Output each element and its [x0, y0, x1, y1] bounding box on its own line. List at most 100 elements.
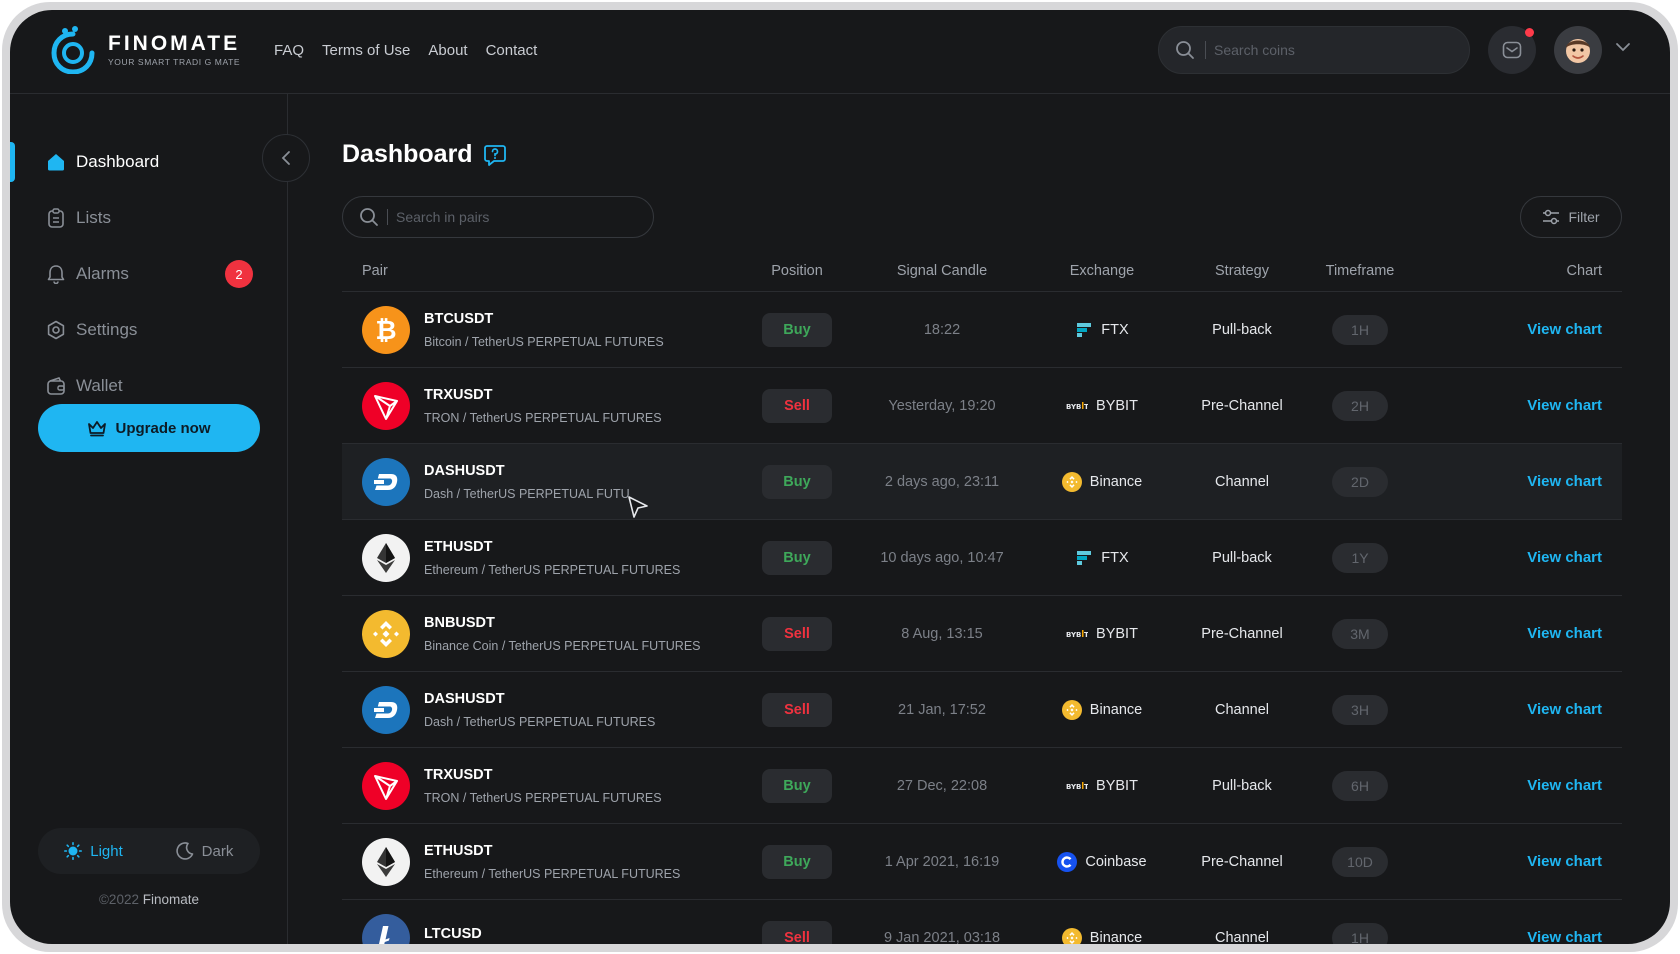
- table-row[interactable]: LTCUSD Sell 9 Jan 2021, 03:18 Binance Ch…: [342, 900, 1622, 944]
- pair-cell: BNBUSDT Binance Coin / TetherUS PERPETUA…: [342, 609, 762, 658]
- sidebar-item-dashboard[interactable]: Dashboard: [10, 134, 287, 190]
- signals-table: Pair Position Signal Candle Exchange Str…: [342, 250, 1622, 944]
- view-chart-link[interactable]: View chart: [1527, 929, 1602, 945]
- pair-search-input[interactable]: [396, 209, 626, 225]
- column-position[interactable]: Position: [762, 263, 832, 279]
- table-row[interactable]: DASHUSDT Dash / TetherUS PERPETUAL FUTU …: [342, 444, 1622, 520]
- chart-cell: View chart: [1388, 853, 1622, 871]
- pair-symbol: ETHUSDT: [424, 538, 493, 555]
- tron-coin-icon: [362, 761, 410, 810]
- column-timeframe[interactable]: Timeframe: [1326, 263, 1395, 279]
- device-frame: FINOMATE YOUR SMART TRADI G MATE FAQ Ter…: [2, 2, 1678, 952]
- exchange-cell: FTX: [1052, 550, 1152, 566]
- nav-contact[interactable]: Contact: [486, 42, 538, 59]
- logo[interactable]: FINOMATE YOUR SMART TRADI G MATE: [50, 26, 240, 74]
- table-row[interactable]: ₿ BTCUSDT Bitcoin / TetherUS PERPETUAL F…: [342, 292, 1622, 368]
- svg-text:T: T: [1084, 631, 1088, 639]
- nav-terms-of-use[interactable]: Terms of Use: [322, 42, 410, 59]
- signal-candle: 18:22: [923, 321, 961, 338]
- exchange-cell: BYB T BYBIT: [1052, 626, 1152, 642]
- table-row[interactable]: BNBUSDT Binance Coin / TetherUS PERPETUA…: [342, 596, 1622, 672]
- sidebar-item-settings[interactable]: Settings: [10, 302, 287, 358]
- filter-label: Filter: [1568, 209, 1600, 225]
- position-badge: Buy: [762, 768, 832, 803]
- crown-icon: [88, 421, 107, 437]
- search-icon: [360, 208, 378, 226]
- position-cell: Sell: [762, 616, 832, 651]
- timeframe-badge: 3M: [1332, 618, 1388, 649]
- column-pair[interactable]: Pair: [342, 263, 762, 279]
- view-chart-link[interactable]: View chart: [1527, 853, 1602, 870]
- svg-text:BYB: BYB: [1066, 631, 1081, 639]
- nav-faq[interactable]: FAQ: [274, 42, 304, 59]
- table-row[interactable]: TRXUSDT TRON / TetherUS PERPETUAL FUTURE…: [342, 368, 1622, 444]
- position-badge: Buy: [762, 312, 832, 347]
- user-avatar[interactable]: [1554, 26, 1602, 74]
- alarms-count-badge: 2: [225, 260, 253, 288]
- column-exchange[interactable]: Exchange: [1052, 263, 1152, 279]
- timeframe-badge: 3H: [1332, 694, 1388, 725]
- exchange-name: Coinbase: [1085, 853, 1147, 870]
- theme-dark-option[interactable]: Dark: [149, 832, 260, 870]
- table-row[interactable]: TRXUSDT TRON / TetherUS PERPETUAL FUTURE…: [342, 748, 1622, 824]
- column-strategy[interactable]: Strategy: [1152, 263, 1332, 279]
- mail-icon: [1502, 41, 1522, 59]
- table-row[interactable]: DASHUSDT Dash / TetherUS PERPETUAL FUTUR…: [342, 672, 1622, 748]
- filter-button[interactable]: Filter: [1520, 196, 1622, 238]
- exchange-name: Binance: [1089, 701, 1143, 718]
- sidebar-item-label: Alarms: [76, 264, 129, 283]
- copyright-brand: Finomate: [142, 892, 200, 907]
- binance-exchange-icon: [1061, 927, 1082, 944]
- timeframe-badge: 6H: [1332, 770, 1388, 801]
- view-chart-link[interactable]: View chart: [1527, 625, 1602, 642]
- strategy: Pull-back: [1212, 777, 1272, 794]
- top-nav: FAQ Terms of Use About Contact: [274, 42, 537, 59]
- exchange-cell: Binance: [1052, 471, 1152, 492]
- signal-candle: 2 days ago, 23:11: [884, 473, 1000, 490]
- sidebar-item-label: Lists: [76, 208, 111, 227]
- svg-text:BYB: BYB: [1066, 783, 1081, 791]
- chart-cell: View chart: [1388, 397, 1622, 415]
- table-row[interactable]: ETHUSDT Ethereum / TetherUS PERPETUAL FU…: [342, 520, 1622, 596]
- position-badge: Sell: [762, 692, 832, 727]
- exchange-name: Binance: [1089, 473, 1143, 490]
- column-signal-candle[interactable]: Signal Candle: [832, 263, 1052, 279]
- view-chart-link[interactable]: View chart: [1527, 473, 1602, 490]
- exchange-name: Binance: [1089, 929, 1143, 945]
- view-chart-link[interactable]: View chart: [1527, 701, 1602, 718]
- view-chart-link[interactable]: View chart: [1527, 321, 1602, 338]
- pair-description: Dash / TetherUS PERPETUAL FUTURES: [424, 714, 656, 729]
- position-badge: Sell: [762, 388, 832, 423]
- coin-search-input[interactable]: [1214, 42, 1444, 58]
- avatar-icon: [1566, 39, 1590, 63]
- bell-icon: [47, 265, 65, 284]
- brand-tagline: YOUR SMART TRADI G MATE: [108, 57, 241, 67]
- position-cell: Buy: [762, 768, 832, 803]
- mouse-cursor-icon: [628, 496, 648, 518]
- page-title-text: Dashboard: [342, 140, 473, 168]
- exchange-cell: BYB T BYBIT: [1052, 398, 1152, 414]
- search-icon: [1176, 41, 1194, 59]
- messages-button[interactable]: [1488, 26, 1536, 74]
- upgrade-now-button[interactable]: Upgrade now: [38, 404, 260, 452]
- svg-text:₿: ₿: [375, 316, 396, 346]
- position-cell: Buy: [762, 844, 832, 879]
- chevron-down-icon[interactable]: [1615, 42, 1631, 52]
- view-chart-link[interactable]: View chart: [1527, 397, 1602, 414]
- theme-light-option[interactable]: Light: [38, 832, 149, 870]
- collapse-sidebar-button[interactable]: [262, 134, 310, 182]
- bybit-exchange-icon: BYB T: [1066, 400, 1088, 412]
- nav-about[interactable]: About: [428, 42, 467, 59]
- table-header: Pair Position Signal Candle Exchange Str…: [342, 250, 1622, 292]
- sidebar-item-lists[interactable]: Lists: [10, 190, 287, 246]
- pair-symbol: LTCUSD: [424, 925, 482, 942]
- sun-icon: [64, 842, 83, 860]
- sidebar-item-alarms[interactable]: Alarms 2: [10, 246, 287, 302]
- sidebar-item-label: Dashboard: [76, 152, 160, 171]
- help-icon[interactable]: [483, 143, 507, 167]
- view-chart-link[interactable]: View chart: [1527, 549, 1602, 566]
- main-content: Dashboard Filter Pair Position Signal Ca…: [288, 94, 1670, 944]
- table-row[interactable]: ETHUSDT Ethereum / TetherUS PERPETUAL FU…: [342, 824, 1622, 900]
- column-chart[interactable]: Chart: [1388, 263, 1622, 279]
- view-chart-link[interactable]: View chart: [1527, 777, 1602, 794]
